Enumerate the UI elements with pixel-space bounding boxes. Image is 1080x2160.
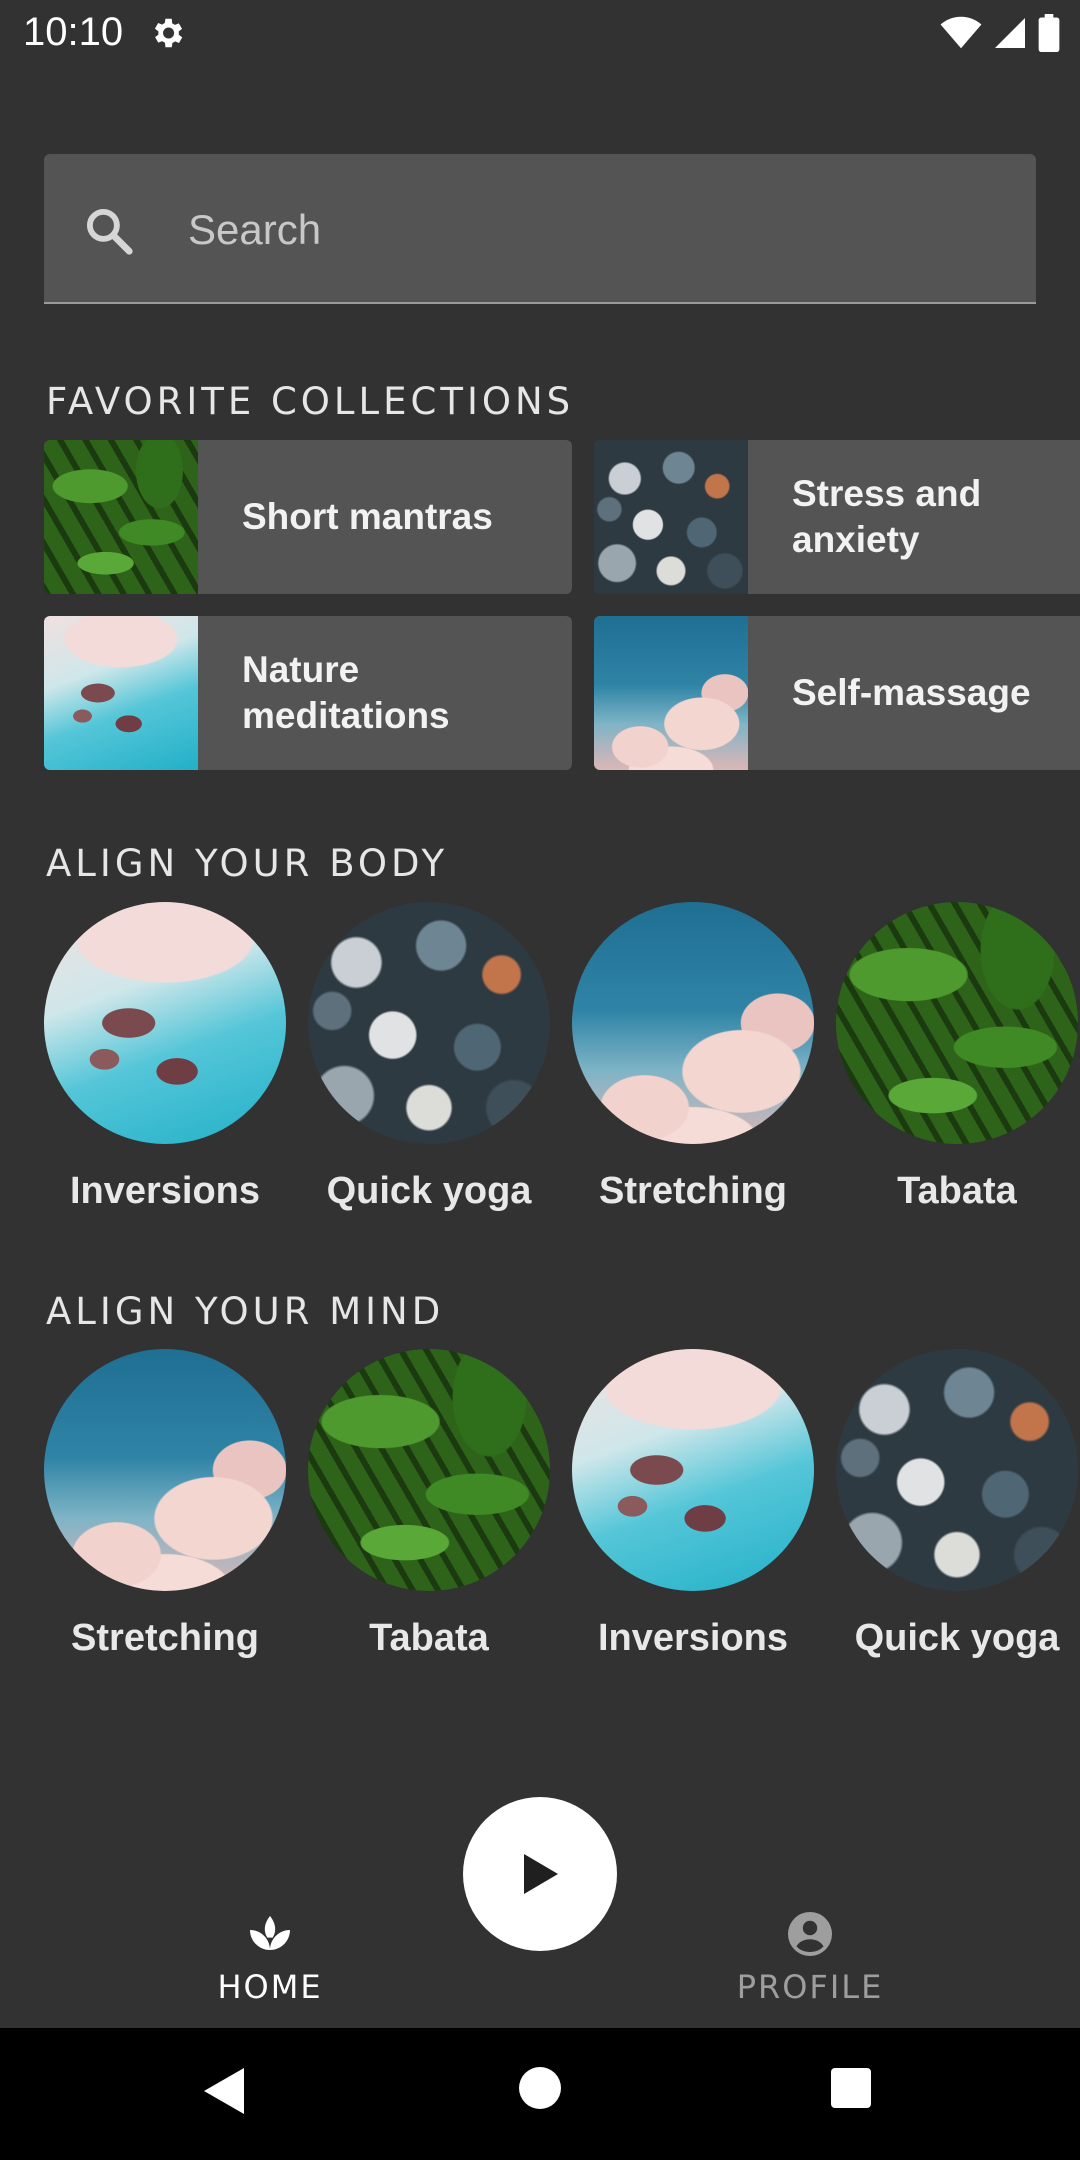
- signal-icon: [995, 18, 1025, 48]
- nav-label-profile: PROFILE: [736, 1968, 884, 2006]
- nav-item-profile[interactable]: PROFILE: [690, 1910, 930, 2006]
- item-label: Tabata: [897, 1170, 1017, 1212]
- search-bar[interactable]: [44, 154, 1036, 304]
- back-icon[interactable]: [202, 2066, 248, 2116]
- body-item-quick-yoga[interactable]: Quick yoga: [308, 902, 550, 1213]
- collection-image: [44, 616, 198, 770]
- nav-item-home[interactable]: HOME: [150, 1910, 390, 2006]
- search-icon: [86, 208, 133, 255]
- play-icon: [524, 1854, 558, 1894]
- collection-label: Nature meditations: [242, 649, 450, 736]
- item-image: [572, 902, 814, 1144]
- collection-image: [44, 440, 198, 594]
- status-bar: 10:10: [0, 0, 1080, 66]
- collection-card-stress-and-anxiety[interactable]: Stress and anxiety: [594, 440, 1080, 594]
- item-label: Stretching: [599, 1170, 787, 1212]
- item-image: [44, 1349, 286, 1591]
- account-circle-icon: [788, 1912, 832, 1956]
- home-circle-icon[interactable]: [518, 2066, 562, 2110]
- body-item-tabata[interactable]: Tabata: [836, 902, 1078, 1213]
- item-image: [308, 1349, 550, 1591]
- status-time: 10:10: [23, 10, 124, 54]
- body-item-stretching[interactable]: Stretching: [572, 902, 814, 1213]
- collection-card-short-mantras[interactable]: Short mantras: [44, 440, 572, 594]
- item-label: Quick yoga: [326, 1170, 532, 1212]
- item-label: Tabata: [369, 1617, 489, 1659]
- collection-image: [594, 440, 748, 594]
- section-title-align-your-body: ALIGN YOUR BODY: [46, 842, 449, 885]
- search-input[interactable]: [186, 194, 990, 266]
- recents-icon[interactable]: [829, 2066, 873, 2110]
- section-title-align-your-mind: ALIGN YOUR MIND: [46, 1290, 445, 1333]
- lotus-icon: [250, 1916, 290, 1950]
- collection-card-self-massage[interactable]: Self-massage: [594, 616, 1080, 770]
- item-image: [572, 1349, 814, 1591]
- play-button[interactable]: [463, 1797, 617, 1951]
- mind-item-tabata[interactable]: Tabata: [308, 1349, 550, 1660]
- item-image: [836, 902, 1078, 1144]
- nav-label-home: HOME: [217, 1968, 323, 2006]
- collection-label: Short mantras: [242, 496, 493, 537]
- wifi-icon: [940, 16, 982, 49]
- system-navigation-bar: [0, 2028, 1080, 2160]
- collection-image: [594, 616, 748, 770]
- battery-icon: [1038, 14, 1060, 52]
- item-image: [44, 902, 286, 1144]
- body-item-inversions[interactable]: Inversions: [44, 902, 286, 1213]
- item-label: Quick yoga: [854, 1617, 1060, 1659]
- item-label: Inversions: [69, 1170, 261, 1212]
- item-label: Stretching: [71, 1617, 259, 1659]
- item-image: [308, 902, 550, 1144]
- collection-label: Self-massage: [792, 672, 1031, 713]
- collection-label: Stress and anxiety: [792, 473, 982, 560]
- mind-item-stretching[interactable]: Stretching: [44, 1349, 286, 1660]
- collection-card-nature-meditations[interactable]: Nature meditations: [44, 616, 572, 770]
- item-image: [836, 1349, 1078, 1591]
- mind-item-inversions[interactable]: Inversions: [572, 1349, 814, 1660]
- section-title-favorite-collections: FAVORITE COLLECTIONS: [46, 380, 575, 423]
- gear-icon: [154, 18, 183, 48]
- mind-item-quick-yoga[interactable]: Quick yoga: [836, 1349, 1078, 1660]
- item-label: Inversions: [597, 1617, 789, 1659]
